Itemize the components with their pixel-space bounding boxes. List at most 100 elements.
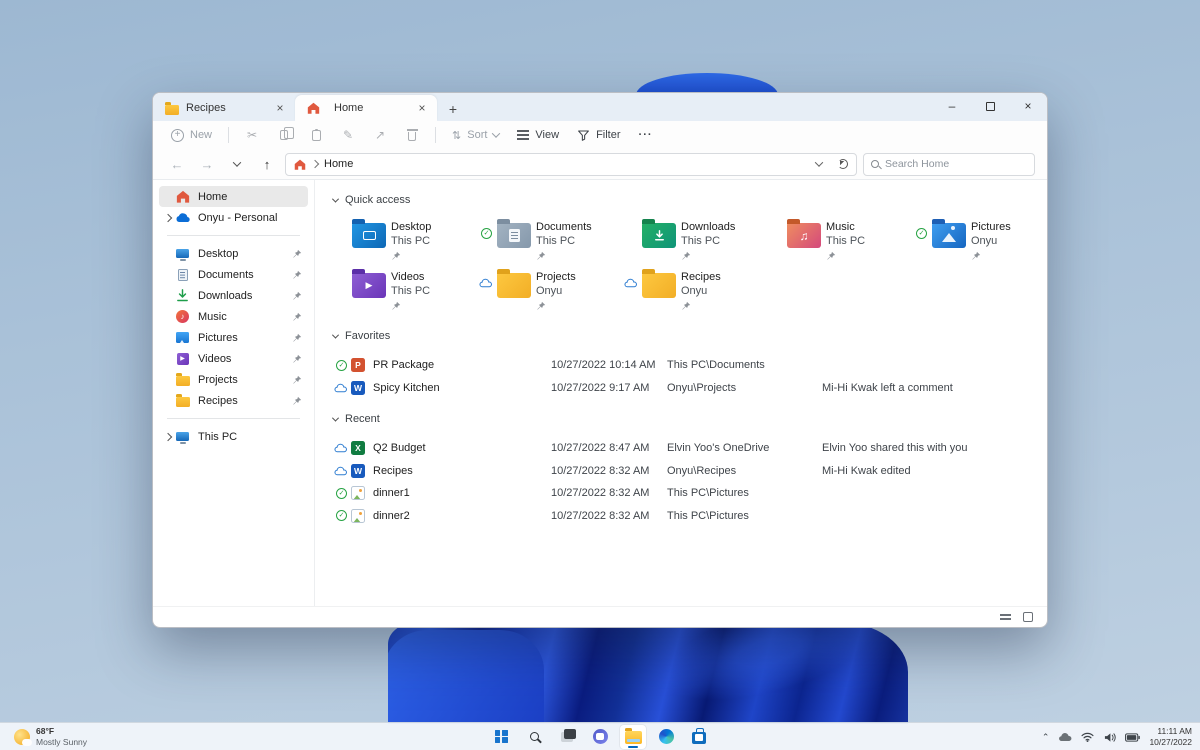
file-row-dinner1[interactable]: ✓ dinner1 10/27/2022 8:32 AM This PC\Pic… (333, 482, 1047, 505)
section-favorites[interactable]: Favorites (331, 326, 1047, 346)
address-dropdown-icon[interactable] (814, 158, 824, 167)
delete-icon[interactable] (404, 127, 420, 143)
pictures-folder-icon (932, 219, 966, 248)
pin-icon (293, 396, 302, 405)
pin-icon (827, 251, 836, 260)
maximize-button[interactable] (971, 93, 1009, 119)
sidebar-item-videos[interactable]: ▶ Videos (159, 348, 308, 369)
task-view-button[interactable] (554, 725, 580, 749)
volume-icon[interactable] (1103, 732, 1117, 743)
start-icon (494, 730, 508, 743)
videos-icon: ▶ (174, 351, 191, 367)
content-pane: Quick access Desktop This PC ✓ Documents T… (315, 180, 1047, 606)
sidebar-item-music[interactable]: ♪ Music (159, 306, 308, 327)
up-button[interactable]: ↑ (255, 153, 279, 175)
this-pc-icon (174, 429, 191, 445)
start-button[interactable] (488, 725, 514, 749)
minimize-button[interactable]: – (933, 93, 971, 119)
weather-sun-icon (14, 729, 32, 746)
expand-chevron-icon[interactable] (161, 432, 174, 441)
copy-icon[interactable] (276, 127, 295, 143)
taskbar-search-button[interactable] (521, 725, 547, 749)
large-icons-view-icon[interactable] (1023, 612, 1033, 622)
search-icon (871, 160, 879, 168)
onedrive-icon[interactable] (1058, 732, 1072, 742)
file-row-pr-package[interactable]: ✓ P PR Package 10/27/2022 10:14 AM This … (333, 354, 1047, 377)
close-button[interactable]: × (1009, 93, 1047, 119)
file-row-q2-budget[interactable]: X Q2 Budget 10/27/2022 8:47 AM Elvin Yoo… (333, 437, 1047, 460)
date: 10/27/2022 (1149, 737, 1192, 747)
image-file-icon (351, 508, 365, 523)
weather-widget[interactable]: 68°F Mostly Sunny (8, 723, 93, 750)
sort-button[interactable]: ⇅ Sort (444, 126, 507, 145)
sidebar-item-desktop[interactable]: Desktop (159, 243, 308, 264)
filter-button[interactable]: Filter (569, 126, 628, 145)
sidebar-item-projects[interactable]: Projects (159, 369, 308, 390)
folder-icon (497, 269, 531, 298)
edge-button[interactable] (653, 725, 679, 749)
search-input[interactable] (885, 158, 1027, 170)
tile-music[interactable]: ♫ Music This PC (768, 216, 913, 266)
system-tray: ⌃ 11:11 AM 10/27/2022 (1042, 723, 1192, 750)
expand-chevron-icon[interactable] (161, 213, 174, 222)
sidebar-item-home[interactable]: Home (159, 186, 308, 207)
tile-projects[interactable]: Projects Onyu (478, 266, 623, 316)
breadcrumb[interactable]: Home (285, 152, 857, 176)
sidebar-item-documents[interactable]: Documents (159, 264, 308, 285)
synced-badge-icon: ✓ (481, 227, 492, 239)
sidebar-item-onedrive[interactable]: Onyu - Personal (159, 207, 308, 228)
breadcrumb-segment[interactable]: Home (324, 158, 353, 170)
tile-downloads[interactable]: Downloads This PC (623, 216, 768, 266)
new-tab-button[interactable]: + (441, 97, 465, 121)
recent-locations-button[interactable] (225, 153, 249, 175)
tab-close-icon[interactable]: × (415, 101, 429, 115)
rename-icon[interactable]: ✎ (340, 127, 356, 143)
chat-button[interactable] (587, 725, 613, 749)
cut-icon[interactable]: ✂ (244, 127, 260, 143)
paste-icon[interactable] (308, 127, 324, 143)
sidebar-item-recipes[interactable]: Recipes (159, 390, 308, 411)
details-view-icon[interactable] (1000, 614, 1011, 616)
sidebar-item-downloads[interactable]: Downloads (159, 285, 308, 306)
tab-recipes[interactable]: Recipes × (153, 95, 295, 121)
new-button[interactable]: + New (163, 126, 220, 145)
tile-documents[interactable]: ✓ Documents This PC (478, 216, 623, 266)
see-more-button[interactable]: ··· (631, 126, 661, 144)
pin-icon (682, 251, 691, 260)
forward-button[interactable]: → (195, 153, 219, 175)
cloud-badge-icon (334, 442, 347, 455)
file-explorer-button[interactable] (620, 724, 646, 749)
share-icon[interactable]: ↗ (372, 127, 388, 143)
image-file-icon (351, 486, 365, 501)
file-row-recipes[interactable]: W Recipes 10/27/2022 8:32 AM Onyu\Recipe… (333, 460, 1047, 483)
store-button[interactable] (686, 725, 712, 749)
sidebar-item-this-pc[interactable]: This PC (159, 426, 308, 447)
file-row-dinner2[interactable]: ✓ dinner2 10/27/2022 8:32 AM This PC\Pic… (333, 505, 1047, 528)
tile-pictures[interactable]: ✓ Pictures Onyu (913, 216, 1047, 266)
tray-chevron-icon[interactable]: ⌃ (1042, 732, 1050, 743)
pin-icon (293, 333, 302, 342)
sidebar-item-pictures[interactable]: Pictures (159, 327, 308, 348)
tile-desktop[interactable]: Desktop This PC (333, 216, 478, 266)
file-row-spicy-kitchen[interactable]: W Spicy Kitchen 10/27/2022 9:17 AM Onyu\… (333, 377, 1047, 400)
address-bar: ← → ↑ Home (153, 149, 1047, 180)
section-quick-access[interactable]: Quick access (331, 190, 1047, 210)
pin-icon (293, 291, 302, 300)
tab-close-icon[interactable]: × (273, 101, 287, 115)
collapse-chevron-icon (331, 331, 340, 339)
videos-folder-icon: ▶ (352, 269, 386, 298)
wifi-icon[interactable] (1081, 732, 1094, 742)
battery-icon[interactable] (1125, 732, 1141, 742)
section-recent[interactable]: Recent (331, 409, 1047, 429)
taskbar-icons (488, 724, 712, 749)
search-box[interactable] (863, 152, 1035, 176)
folder-icon (174, 393, 191, 409)
refresh-icon[interactable] (838, 159, 848, 169)
tile-videos[interactable]: ▶ Videos This PC (333, 266, 478, 316)
view-button[interactable]: View (509, 126, 567, 144)
clock[interactable]: 11:11 AM 10/27/2022 (1149, 726, 1192, 748)
back-button[interactable]: ← (165, 153, 189, 175)
tile-recipes[interactable]: Recipes Onyu (623, 266, 768, 316)
tab-home[interactable]: Home × (295, 95, 437, 121)
pin-icon (972, 251, 981, 260)
